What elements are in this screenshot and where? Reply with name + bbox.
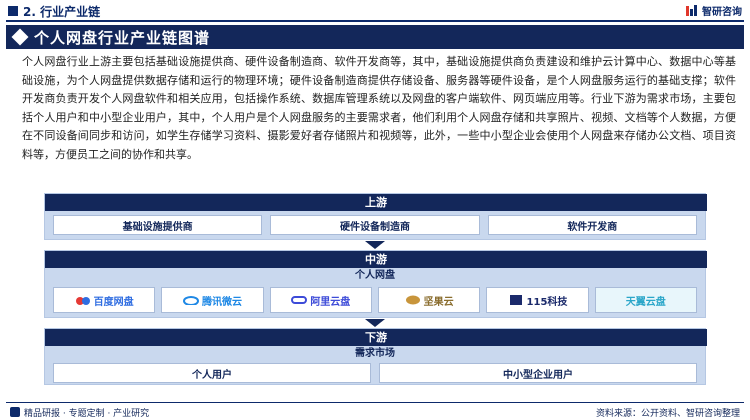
square-icon (509, 295, 522, 305)
midstream-title: 中游 (45, 251, 707, 268)
brand-logo-icon (686, 4, 697, 16)
downstream-item: 中小型企业用户 (379, 363, 697, 383)
top-bar: 2. 行业产业链 (0, 0, 750, 22)
tianyi-cloud-logo: 天翼云盘 (594, 287, 697, 313)
tencent-weiyun-logo: 腾讯微云 (161, 287, 264, 313)
downstream-panel: 下游 需求市场 个人用户 中小型企业用户 (44, 328, 707, 387)
footer-tagline: 精品研报 · 专题定制 · 产业研究 (24, 408, 150, 419)
top-rule (6, 20, 744, 22)
jianguoyun-logo: 坚果云 (377, 287, 481, 313)
baidu-netdisk-logo: 百度网盘 (53, 287, 156, 313)
down-arrow-icon (365, 319, 385, 327)
midstream-subtitle: 个人网盘 (355, 270, 395, 281)
aliyun-drive-logo: 阿里云盘 (269, 287, 372, 313)
cloud-icon (291, 296, 308, 304)
upstream-item: 硬件设备制造商 (270, 215, 480, 235)
upstream-item: 基础设施提供商 (53, 215, 263, 235)
section-title: 2. 行业产业链 (23, 4, 101, 19)
footer-rule (6, 402, 744, 403)
diamond-icon (11, 28, 29, 46)
cloud-icon (75, 297, 90, 305)
down-arrow-icon (365, 241, 385, 249)
downstream-item: 个人用户 (53, 363, 371, 383)
title-bar: 个人网盘行业产业链图谱 (6, 25, 744, 49)
115-tech-logo: 115科技 (486, 287, 589, 313)
midstream-panel: 中游 个人网盘 百度网盘 腾讯微云 阿里云盘 坚果云 115科技 天翼云盘 (44, 250, 707, 319)
downstream-items: 个人用户 中小型企业用户 (45, 362, 705, 387)
upstream-item: 软件开发商 (487, 215, 697, 235)
nut-icon (405, 295, 420, 305)
report-icon (10, 407, 20, 417)
downstream-title: 下游 (45, 329, 707, 346)
upstream-panel: 上游 基础设施提供商 硬件设备制造商 软件开发商 (44, 193, 707, 240)
cloud-icon (182, 296, 199, 305)
footer: 精品研报 · 专题定制 · 产业研究 资料来源：公开资料、智研咨询整理 (0, 404, 750, 420)
section-marker (8, 6, 18, 16)
description-paragraph: 个人网盘行业上游主要包括基础设施提供商、硬件设备制造商、软件开发商等，其中，基础… (22, 55, 736, 161)
footer-source: 资料来源：公开资料、智研咨询整理 (595, 408, 740, 419)
company-logos: 百度网盘 腾讯微云 阿里云盘 坚果云 115科技 天翼云盘 (45, 284, 705, 319)
upstream-items: 基础设施提供商 硬件设备制造商 软件开发商 (45, 211, 705, 239)
downstream-subtitle: 需求市场 (355, 348, 395, 359)
page-title: 个人网盘行业产业链图谱 (34, 28, 211, 47)
brand: 智研咨询 (685, 3, 742, 18)
brand-name: 智研咨询 (702, 7, 742, 18)
upstream-title: 上游 (45, 194, 707, 211)
